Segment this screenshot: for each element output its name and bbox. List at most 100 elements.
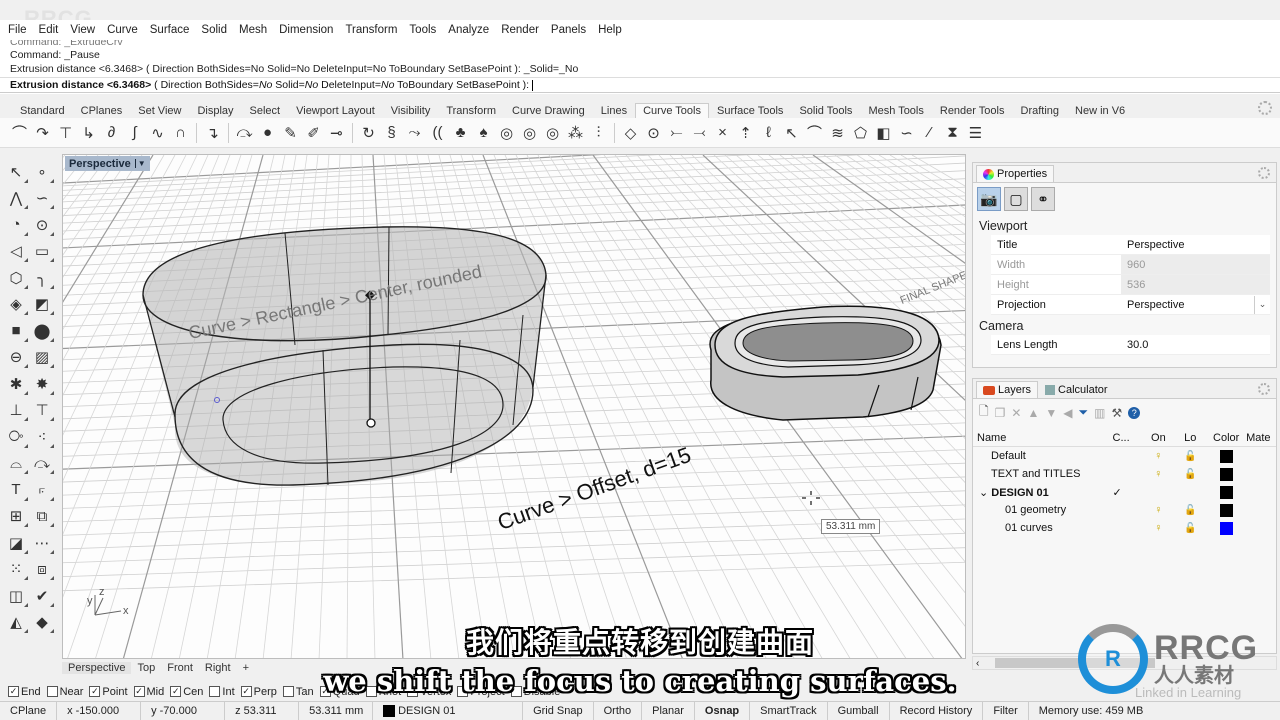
chevron-down-icon[interactable]: ⌄ bbox=[1254, 295, 1270, 314]
dims-linear-icon[interactable]: ⋯ bbox=[30, 531, 54, 555]
layer-name-cell[interactable]: TEXT and TITLES bbox=[973, 468, 1113, 480]
unlock-icon[interactable]: 🔓 bbox=[1174, 469, 1206, 480]
layer-name-cell[interactable]: Default bbox=[973, 450, 1113, 462]
option-deleteinput[interactable]: No bbox=[381, 79, 394, 91]
kink-icon[interactable]: ↖ bbox=[782, 122, 801, 144]
tab-visibility[interactable]: Visibility bbox=[383, 103, 439, 118]
mesh-icon[interactable]: ▨ bbox=[30, 346, 54, 370]
ellipse-icon[interactable]: ⊙ bbox=[30, 213, 54, 237]
offset-curve-icon[interactable]: ↴ bbox=[203, 122, 222, 144]
toggle-record-history[interactable]: Record History bbox=[890, 702, 984, 720]
circle-icon[interactable]: ◔ bbox=[4, 213, 28, 237]
layer-color-cell[interactable] bbox=[1206, 449, 1246, 463]
rectangle-icon[interactable]: ▭ bbox=[30, 240, 54, 264]
tab-standard[interactable]: Standard bbox=[12, 103, 73, 118]
property-row[interactable]: Lens Length 30.0 bbox=[991, 335, 1270, 355]
refit-icon[interactable]: ♠ bbox=[474, 122, 493, 144]
split-icon[interactable]: ✸ bbox=[30, 372, 54, 396]
gear-icon[interactable] bbox=[1258, 167, 1270, 179]
layer-color-swatch[interactable] bbox=[1219, 467, 1233, 481]
extend-line-icon[interactable]: ⊸ bbox=[327, 122, 346, 144]
curve-from-2-views-icon[interactable]: ∫ bbox=[125, 122, 144, 144]
set-cplane-icon[interactable]: ⊤ bbox=[30, 399, 54, 423]
menu-help[interactable]: Help bbox=[598, 24, 622, 36]
scale-icon[interactable]: ⧉ bbox=[30, 505, 54, 529]
unlock-icon[interactable]: 🔓 bbox=[1174, 505, 1206, 516]
layer-name-cell[interactable]: ⌄ DESIGN 01 bbox=[973, 486, 1113, 499]
menu-curve[interactable]: Curve bbox=[107, 24, 138, 36]
curve-handle-icon[interactable]: ⤼ bbox=[30, 452, 54, 476]
new-sublayer-icon[interactable]: ❐ bbox=[995, 406, 1006, 420]
surface-icon[interactable]: ◩ bbox=[30, 293, 54, 317]
array-icon[interactable]: ⁙ bbox=[4, 558, 28, 582]
option-bothsides[interactable]: No bbox=[259, 79, 272, 91]
points-icon[interactable]: ⁂ bbox=[566, 122, 585, 144]
menu-surface[interactable]: Surface bbox=[150, 24, 190, 36]
lightbulb-icon[interactable]: ♀ bbox=[1142, 468, 1174, 480]
current-layer[interactable]: DESIGN 01 bbox=[373, 702, 524, 720]
fillet-edge-icon[interactable]: ⌓ bbox=[4, 452, 28, 476]
tab-display[interactable]: Display bbox=[189, 103, 241, 118]
layer-row[interactable]: ⌄ DESIGN 01 ✓ bbox=[973, 483, 1276, 501]
fillet-curves-icon[interactable]: ⌒ bbox=[10, 122, 29, 144]
fold-icon[interactable]: ⧗ bbox=[943, 122, 962, 144]
block-icon[interactable]: ◪ bbox=[4, 531, 28, 555]
move-up-icon[interactable]: ▲ bbox=[1027, 406, 1039, 420]
layer-color-cell[interactable] bbox=[1206, 503, 1246, 517]
column-color[interactable]: Color bbox=[1206, 432, 1246, 444]
menu-file[interactable]: File bbox=[8, 24, 27, 36]
extend-icon[interactable]: ✐ bbox=[304, 122, 323, 144]
handlebar-icon[interactable]: ℓ bbox=[759, 122, 778, 144]
surface-from-points-icon[interactable]: ◈ bbox=[4, 293, 28, 317]
move-parent-icon[interactable]: ◀ bbox=[1063, 406, 1072, 420]
toggle-planar[interactable]: Planar bbox=[642, 702, 695, 720]
curve-boolean-icon[interactable]: § bbox=[382, 122, 401, 144]
layer-row[interactable]: 01 geometry ♀ 🔓 bbox=[973, 501, 1276, 519]
layer-row[interactable]: TEXT and TITLES ♀ 🔓 bbox=[973, 465, 1276, 483]
menu-view[interactable]: View bbox=[70, 24, 95, 36]
layer-states-icon[interactable]: ▥ bbox=[1094, 406, 1105, 420]
match-curve-icon[interactable]: ∂ bbox=[102, 122, 121, 144]
point-icon[interactable]: ∘ bbox=[30, 160, 54, 184]
menu-render[interactable]: Render bbox=[501, 24, 539, 36]
close-curve-icon[interactable]: ↻ bbox=[359, 122, 378, 144]
command-prompt[interactable]: Extrusion distance <6.3468> ( Direction … bbox=[0, 77, 1280, 93]
layer-row[interactable]: 01 curves ♀ 🔓 bbox=[973, 519, 1276, 537]
curve-tangent-icon[interactable]: ∽ bbox=[897, 122, 916, 144]
layer-color-swatch[interactable] bbox=[1219, 521, 1233, 535]
option-solid[interactable]: No bbox=[305, 79, 318, 91]
camera-icon[interactable]: 📷 bbox=[977, 187, 1001, 211]
lens-length-field[interactable]: 30.0 bbox=[1121, 335, 1270, 354]
property-row[interactable]: Title Perspective bbox=[991, 235, 1270, 255]
unlock-icon[interactable]: 🔓 bbox=[1174, 451, 1206, 462]
pull-icon[interactable]: ◧ bbox=[874, 122, 893, 144]
sphere-icon[interactable]: ⬤ bbox=[30, 319, 54, 343]
hatch-lines-icon[interactable]: ☰ bbox=[966, 122, 985, 144]
gear-icon[interactable] bbox=[1258, 383, 1270, 395]
toggle-filter[interactable]: Filter bbox=[983, 702, 1029, 720]
tab-properties[interactable]: Properties bbox=[976, 165, 1055, 182]
polyline-icon[interactable]: ⋀ bbox=[4, 187, 28, 211]
new-layer-icon[interactable]: 🗋 bbox=[979, 402, 989, 423]
menu-edit[interactable]: Edit bbox=[39, 24, 59, 36]
layer-color-swatch[interactable] bbox=[1219, 449, 1233, 463]
polyline-icon[interactable]: ◇ bbox=[621, 122, 640, 144]
tab-calculator[interactable]: Calculator bbox=[1038, 381, 1115, 398]
adjust-seam-icon[interactable]: ∿ bbox=[148, 122, 167, 144]
lightbulb-icon[interactable]: ♀ bbox=[1142, 450, 1174, 462]
chevron-down-icon[interactable]: ⌄ bbox=[979, 487, 991, 499]
polygon-icon[interactable]: ⬡ bbox=[4, 266, 28, 290]
insert-edit-point-icon[interactable]: ⤙ bbox=[690, 122, 709, 144]
rebuild-icon[interactable]: (( bbox=[428, 122, 447, 144]
dimension-icon[interactable]: ⟔ bbox=[30, 478, 54, 502]
column-on[interactable]: On bbox=[1142, 432, 1174, 444]
column-material[interactable]: Mate bbox=[1246, 432, 1276, 444]
toggle-gumball[interactable]: Gumball bbox=[828, 702, 890, 720]
toggle-osnap[interactable]: Osnap bbox=[695, 702, 751, 720]
arc-icon[interactable]: ⌒ bbox=[805, 122, 824, 144]
smooth-icon[interactable]: ≋ bbox=[828, 122, 847, 144]
tab-new-in-v6[interactable]: New in V6 bbox=[1067, 103, 1133, 118]
insert-knot-icon[interactable]: ⫶ bbox=[589, 122, 608, 144]
property-row[interactable]: Projection Perspective ⌄ bbox=[991, 295, 1270, 315]
cplane-icon[interactable]: ⊥ bbox=[4, 399, 28, 423]
